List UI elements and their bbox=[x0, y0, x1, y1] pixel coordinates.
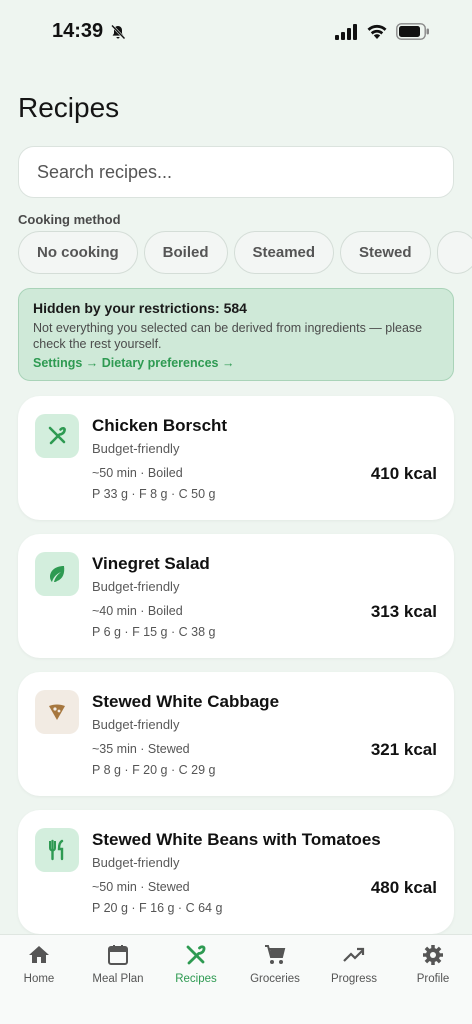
calendar-icon bbox=[108, 945, 128, 965]
cooking-method-chips: No cooking Boiled Steamed Stewed bbox=[18, 231, 472, 275]
recipe-card[interactable]: Stewed White Beans with Tomatoes Budget-… bbox=[18, 810, 454, 934]
chip-partial[interactable] bbox=[436, 231, 472, 274]
recipe-macros: P 20 g · F 16 g · C 64 g bbox=[92, 901, 223, 915]
pizza-slice-icon bbox=[35, 690, 79, 734]
restrictions-notice: Hidden by your restrictions: 584 Not eve… bbox=[18, 288, 454, 381]
recipe-title: Stewed White Cabbage bbox=[92, 692, 280, 711]
recipe-card[interactable]: Vinegret Salad Budget-friendly ~40 min ·… bbox=[18, 534, 454, 658]
fork-knife-icon bbox=[186, 945, 206, 965]
recipe-meta: ~50 min · Boiled bbox=[92, 466, 183, 480]
recipe-kcal: 480 kcal bbox=[370, 878, 437, 897]
status-bar: 14:39 bbox=[0, 0, 472, 64]
recipe-tag: Budget-friendly bbox=[92, 579, 180, 594]
recipe-card[interactable]: Stewed White Cabbage Budget-friendly ~35… bbox=[18, 672, 454, 796]
gear-icon bbox=[423, 945, 443, 965]
tab-progress[interactable]: Progress bbox=[315, 943, 393, 985]
recipe-title: Chicken Borscht bbox=[92, 416, 228, 435]
bell-muted-icon bbox=[111, 24, 126, 40]
notice-title: Hidden by your restrictions: 584 bbox=[33, 300, 247, 316]
search-input[interactable] bbox=[18, 146, 454, 198]
wifi-icon bbox=[367, 24, 387, 39]
recipe-macros: P 6 g · F 15 g · C 38 g bbox=[92, 625, 216, 639]
battery-icon bbox=[396, 23, 429, 40]
tab-home[interactable]: Home bbox=[0, 943, 78, 985]
recipe-kcal: 321 kcal bbox=[370, 740, 437, 759]
recipe-meta: ~35 min · Stewed bbox=[92, 742, 190, 756]
recipe-card[interactable]: Chicken Borscht Budget-friendly ~50 min … bbox=[18, 396, 454, 520]
chip-no-cooking[interactable]: No cooking bbox=[18, 231, 138, 274]
recipe-tag: Budget-friendly bbox=[92, 717, 180, 732]
chip-boiled[interactable]: Boiled bbox=[143, 231, 228, 274]
tab-profile[interactable]: Profile bbox=[394, 943, 472, 985]
tab-label: Recipes bbox=[175, 973, 217, 985]
recipe-meta: ~40 min · Boiled bbox=[92, 604, 183, 618]
tab-label: Home bbox=[23, 973, 55, 985]
status-time: 14:39 bbox=[52, 20, 104, 42]
page-title: Recipes bbox=[18, 92, 120, 123]
recipe-kcal: 410 kcal bbox=[370, 464, 437, 483]
cart-icon bbox=[265, 945, 286, 964]
home-icon bbox=[29, 946, 49, 963]
tab-bar: Home Meal Plan Recipes Groceries Progres… bbox=[0, 934, 472, 1024]
filter-section-label: Cooking method bbox=[18, 212, 121, 227]
recipe-macros: P 33 g · F 8 g · C 50 g bbox=[92, 487, 216, 501]
tab-label: Progress bbox=[330, 973, 378, 985]
tab-label: Profile bbox=[416, 973, 450, 985]
recipe-tag: Budget-friendly bbox=[92, 855, 180, 870]
chip-stewed[interactable]: Stewed bbox=[340, 231, 431, 274]
recipe-tag: Budget-friendly bbox=[92, 441, 180, 456]
tab-label: Meal Plan bbox=[92, 973, 144, 985]
chip-steamed[interactable]: Steamed bbox=[233, 231, 335, 274]
tab-recipes[interactable]: Recipes bbox=[157, 943, 235, 985]
recipe-macros: P 8 g · F 20 g · C 29 g bbox=[92, 763, 216, 777]
recipe-kcal: 313 kcal bbox=[370, 602, 437, 621]
recipe-meta: ~50 min · Stewed bbox=[92, 880, 190, 894]
trending-up-icon bbox=[343, 947, 365, 962]
tab-groceries[interactable]: Groceries bbox=[236, 943, 314, 985]
utensils-icon bbox=[35, 828, 79, 872]
tab-label: Groceries bbox=[250, 973, 300, 985]
leaf-icon bbox=[35, 552, 79, 596]
signal-icon bbox=[335, 24, 357, 40]
fork-knife-icon bbox=[35, 414, 79, 458]
notice-text: Not everything you selected can be deriv… bbox=[33, 321, 423, 351]
recipe-title: Vinegret Salad bbox=[92, 554, 210, 573]
tab-meal-plan[interactable]: Meal Plan bbox=[79, 943, 157, 985]
dietary-preferences-link[interactable]: Settings → Dietary preferences → bbox=[33, 356, 439, 370]
recipe-title: Stewed White Beans with Tomatoes bbox=[92, 830, 381, 849]
